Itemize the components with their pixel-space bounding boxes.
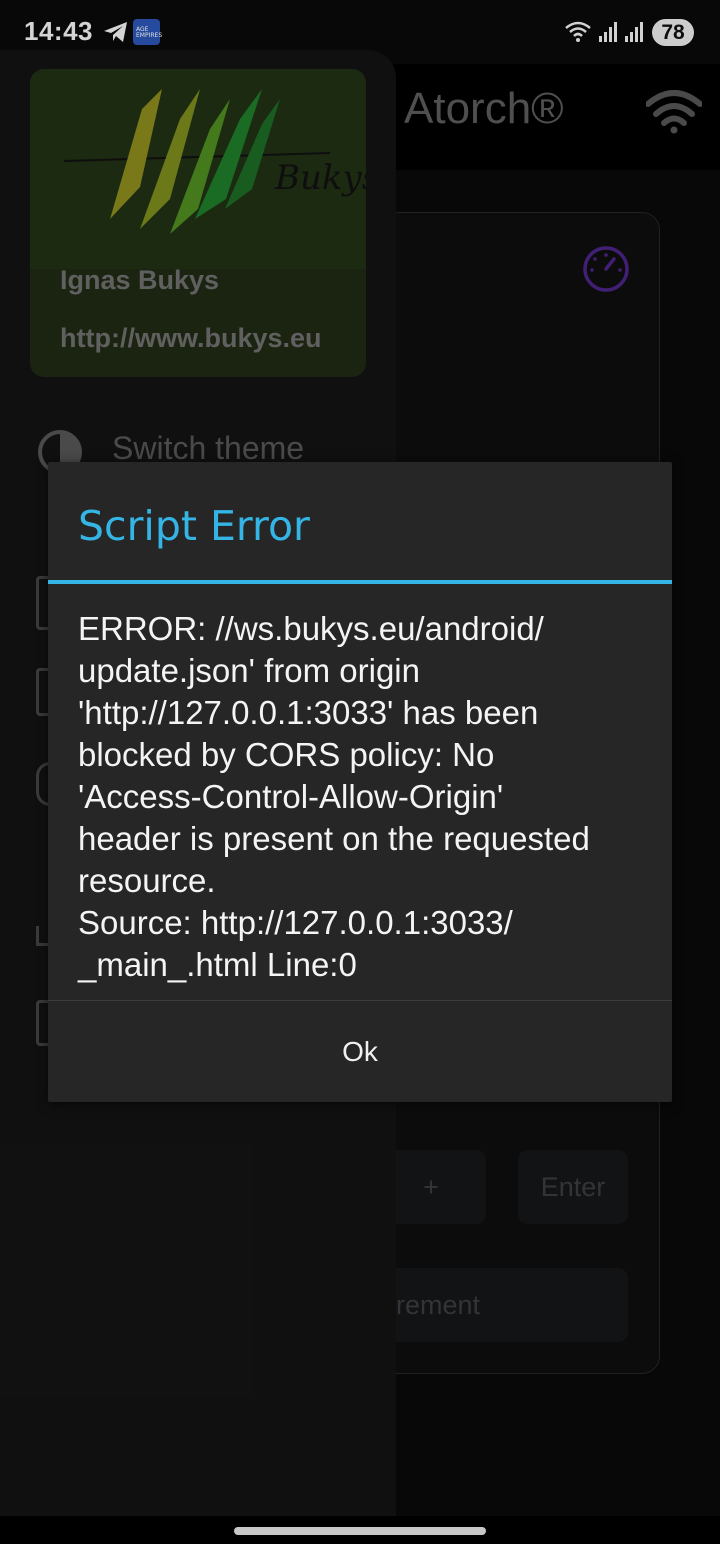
script-error-dialog: Script Error ERROR: //ws.bukys.eu/androi…: [48, 462, 672, 1102]
home-gesture-handle[interactable]: [234, 1527, 486, 1535]
message-line: header is present on the requested: [78, 820, 590, 857]
message-line: ERROR: //ws.bukys.eu/android/: [78, 610, 544, 647]
message-line: update.json' from origin: [78, 652, 420, 689]
ok-button[interactable]: Ok: [48, 1001, 672, 1102]
message-line: _main_.html Line:0: [78, 946, 357, 983]
dialog-message: ERROR: //ws.bukys.eu/android/ update.jso…: [78, 608, 648, 986]
dialog-title: Script Error: [78, 502, 310, 550]
dialog-title-divider: [48, 580, 672, 584]
message-line: blocked by CORS policy: No: [78, 736, 495, 773]
message-line: resource.: [78, 862, 216, 899]
message-line: 'Access-Control-Allow-Origin': [78, 778, 504, 815]
message-line: Source: http://127.0.0.1:3033/: [78, 904, 513, 941]
message-line: 'http://127.0.0.1:3033' has been: [78, 694, 539, 731]
